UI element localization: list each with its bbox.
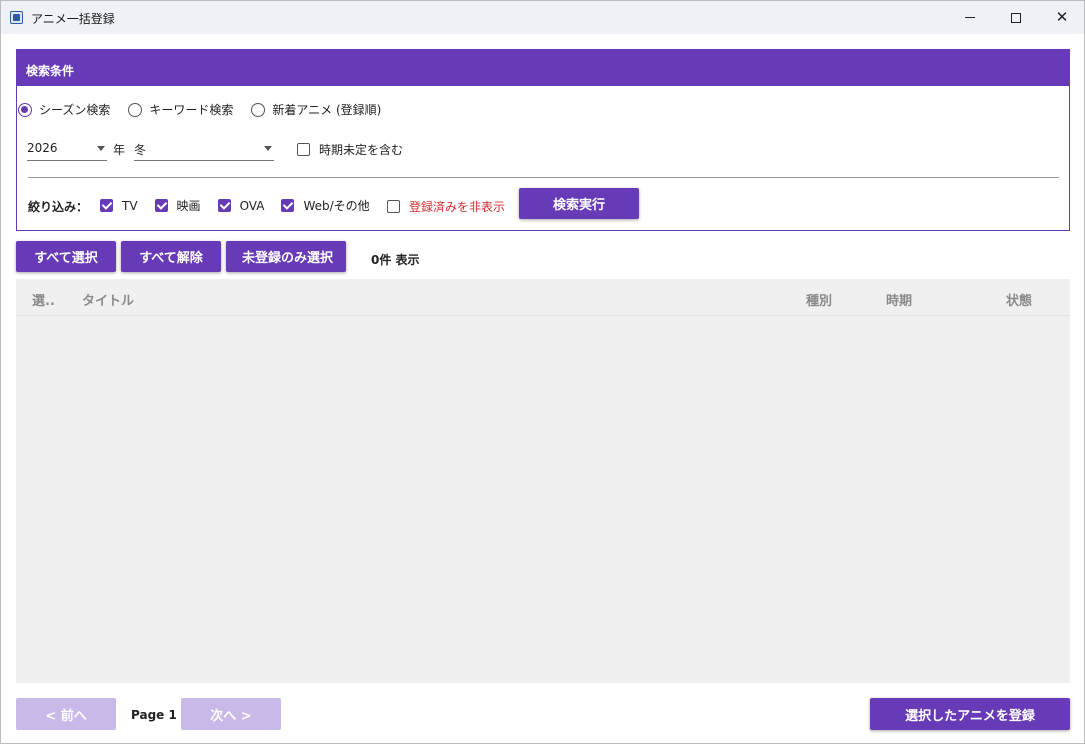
type-filter-group: TV 映画 OVA Web/その他 [100, 197, 387, 214]
hide-registered-checkbox[interactable]: 登録済みを非表示 [387, 198, 505, 215]
radio-label: シーズン検索 [39, 103, 111, 117]
radio-label: キーワード検索 [149, 103, 234, 117]
column-header-select[interactable]: 選.. [32, 290, 55, 309]
year-unit-label: 年 [113, 143, 126, 157]
close-button[interactable]: ✕ [1039, 1, 1085, 34]
column-header-title[interactable]: タイトル [82, 290, 134, 309]
filter-label: 絞り込み： [28, 200, 89, 214]
window-title: アニメ一括登録 [31, 12, 115, 26]
title-bar: アニメ一括登録 ✕ [1, 1, 1084, 34]
filter-ova-checkbox[interactable]: OVA [217, 198, 265, 213]
checkbox-label: TV [122, 198, 138, 213]
filter-web-checkbox[interactable]: Web/その他 [281, 197, 370, 214]
search-execute-button[interactable]: 検索実行 [519, 188, 639, 219]
checkbox-indicator [154, 199, 168, 212]
chevron-down-icon [264, 146, 272, 151]
checkbox-indicator [387, 200, 400, 213]
close-icon: ✕ [1055, 8, 1069, 26]
include-undated-checkbox[interactable]: 時期未定を含む [297, 141, 403, 158]
prev-page-button[interactable]: < 前へ [16, 698, 116, 730]
checkbox-indicator [100, 199, 113, 212]
app-window: アニメ一括登録 ✕ 検索条件 シーズン検索 キーワード検索 新着アニメ (登録順… [0, 0, 1085, 744]
checkbox-label: 映画 [176, 199, 201, 213]
search-mode-group: シーズン検索 キーワード検索 新着アニメ (登録順) [18, 101, 399, 118]
filter-tv-checkbox[interactable]: TV [100, 199, 138, 213]
checkbox-label: Web/その他 [303, 199, 370, 213]
chevron-down-icon [97, 146, 105, 151]
minimize-icon [965, 17, 975, 18]
radio-label: 新着アニメ (登録順) [272, 103, 382, 117]
checkbox-label: 登録済みを非表示 [409, 200, 506, 214]
deselect-all-button[interactable]: すべて解除 [121, 241, 221, 272]
panel-header: 検索条件 [17, 50, 1069, 86]
minimize-button[interactable] [947, 1, 993, 34]
season-value: 冬 [134, 143, 147, 157]
radio-keyword-search[interactable]: キーワード検索 [128, 101, 233, 118]
radio-season-search[interactable]: シーズン検索 [18, 101, 110, 118]
next-page-button[interactable]: 次へ > [181, 698, 281, 730]
season-select[interactable]: 冬 [134, 139, 274, 161]
radio-indicator [18, 102, 32, 117]
list-header: 選.. タイトル 種別 時期 状態 [16, 279, 1070, 316]
select-unregistered-button[interactable]: 未登録のみ選択 [226, 241, 346, 272]
filter-movie-checkbox[interactable]: 映画 [154, 197, 201, 214]
checkbox-label: OVA [239, 198, 265, 213]
checkbox-indicator [217, 199, 231, 212]
radio-indicator [251, 102, 266, 117]
radio-indicator [128, 102, 143, 117]
divider [28, 177, 1059, 178]
result-count: 0件 表示 [371, 253, 420, 267]
app-icon [10, 11, 23, 24]
checkbox-indicator [297, 143, 310, 156]
maximize-icon [1011, 12, 1021, 23]
maximize-button[interactable] [993, 1, 1039, 34]
checkbox-label: 時期未定を含む [319, 143, 404, 157]
select-all-button[interactable]: すべて選択 [16, 241, 116, 272]
radio-new-anime[interactable]: 新着アニメ (登録順) [251, 101, 381, 118]
page-indicator: Page 1 [131, 708, 177, 722]
anime-list[interactable]: 選.. タイトル 種別 時期 状態 [16, 279, 1070, 683]
year-value: 2026 [27, 141, 58, 155]
register-selected-button[interactable]: 選択したアニメを登録 [870, 698, 1070, 730]
column-header-period[interactable]: 時期 [886, 290, 912, 309]
column-header-type[interactable]: 種別 [806, 290, 832, 309]
year-select[interactable]: 2026 [27, 139, 107, 161]
checkbox-indicator [281, 199, 295, 212]
column-header-status[interactable]: 状態 [1006, 290, 1032, 309]
